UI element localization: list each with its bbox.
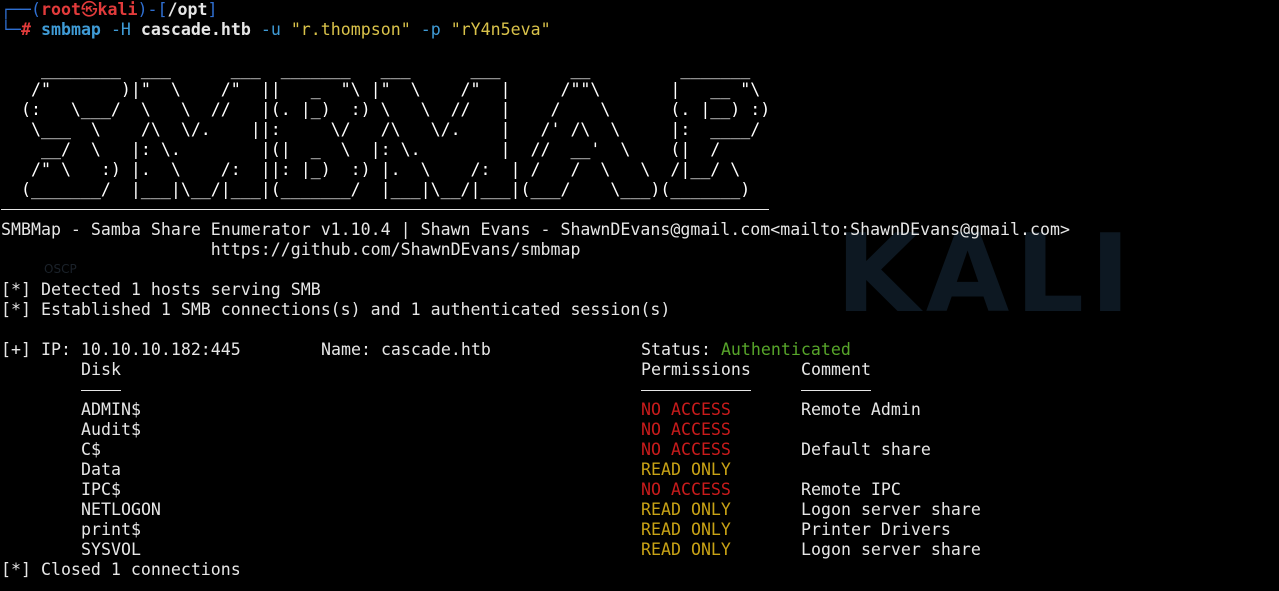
prompt-directory: /opt: [167, 0, 208, 19]
share-disk: Audit$: [81, 420, 141, 439]
smbmap-url: https://github.com/ShawnDEvans/smbmap: [1, 240, 581, 259]
command-flag-pass: -p: [420, 20, 441, 39]
command-line[interactable]: └─# smbmap -H cascade.htb -u "r.thompson…: [1, 20, 1070, 40]
share-comment: Remote Admin: [801, 400, 921, 419]
table-row: C$ NO ACCESS Default share: [1, 440, 1070, 460]
prompt-user: root: [40, 0, 81, 19]
table-underline: ----------------------: [1, 380, 1070, 400]
banner-row: (: \___/ \ \ // |(. |_) :) \ \ // | / \ …: [1, 100, 771, 119]
table-row: NETLOGON READ ONLY Logon server share: [1, 500, 1070, 520]
table-row: Audit$ NO ACCESS: [1, 420, 1070, 440]
table-row: IPC$ NO ACCESS Remote IPC: [1, 480, 1070, 500]
command-host: cascade.htb: [140, 20, 251, 39]
table-row: Data READ ONLY: [1, 460, 1070, 480]
banner-row: (_______/ |___|\__/|___|(_______/ |___|\…: [1, 180, 751, 199]
share-disk: Data: [81, 460, 121, 479]
banner-separator: [1, 209, 769, 210]
table-header: Disk Permissions Comment: [1, 360, 1070, 380]
target-name: Name: cascade.htb: [321, 340, 491, 359]
table-row: SYSVOL READ ONLY Logon server share: [1, 540, 1070, 560]
share-permission: READ ONLY: [641, 520, 731, 539]
target-ip: [+] IP: 10.10.10.182:445: [1, 340, 241, 359]
command-flag-host: -H: [110, 20, 131, 39]
smbmap-header: SMBMap - Samba Share Enumerator v1.10.4 …: [1, 220, 1070, 239]
prompt-line: ┌──(root㉿kali)-[/opt]: [1, 0, 218, 19]
share-permission: READ ONLY: [641, 540, 731, 559]
banner-row: __/ \ |: \. |(| _ \ |: \. | // __' \ (| …: [1, 140, 721, 159]
info-line-established: [*] Established 1 SMB connections(s) and…: [1, 300, 671, 319]
table-row: ADMIN$ NO ACCESS Remote Admin: [1, 400, 1070, 420]
share-comment: Logon server share: [801, 500, 981, 519]
info-line-detected: [*] Detected 1 hosts serving SMB: [1, 280, 321, 299]
share-disk: C$: [81, 440, 101, 459]
command-flag-user: -u: [260, 20, 281, 39]
target-line: [+] IP: 10.10.10.182:445 Name: cascade.ht…: [1, 340, 1070, 360]
column-header-permissions: Permissions: [641, 360, 751, 379]
banner-row: /" )|" \ /" || _ "\ |" \ /" | /""\ | __ …: [1, 80, 761, 99]
underline-permissions: -----------: [641, 380, 751, 400]
share-comment: Logon server share: [801, 540, 981, 559]
share-permission: NO ACCESS: [641, 440, 731, 459]
column-header-disk: Disk: [81, 360, 121, 379]
share-comment: Remote IPC: [801, 480, 901, 499]
status-value: Authenticated: [720, 340, 851, 359]
command-pass: "rY4n5eva": [450, 20, 551, 39]
banner-row: /" \ :) |. \ /: ||: |_) :) |. \ /: | / /…: [1, 160, 741, 179]
share-disk: print$: [81, 520, 141, 539]
terminal-output: ┌──(root㉿kali)-[/opt] └─# smbmap -H casc…: [1, 0, 1070, 580]
share-comment: Default share: [801, 440, 931, 459]
banner-row: \___ \ /\ \/. ||: \/ /\ \/. | /' /\ \ |:…: [1, 120, 761, 139]
share-comment: Printer Drivers: [801, 520, 951, 539]
banner-row: ________ ___ ___ _______ ___ ___ __ ____…: [1, 60, 751, 79]
underline-disk: ----: [81, 380, 121, 400]
prompt-host: kali: [97, 0, 138, 19]
share-permission: READ ONLY: [641, 500, 731, 519]
share-permission: READ ONLY: [641, 460, 731, 479]
share-permission: NO ACCESS: [641, 420, 731, 439]
share-permission: NO ACCESS: [641, 480, 731, 499]
terminal-window[interactable]: KALI OSCP ┌──(root㉿kali)-[/opt] └─# smbm…: [0, 0, 1279, 591]
status-label: Status:: [641, 340, 721, 359]
table-row: print$ READ ONLY Printer Drivers: [1, 520, 1070, 540]
share-disk: SYSVOL: [81, 540, 141, 559]
share-disk: NETLOGON: [81, 500, 161, 519]
command-user: "r.thompson": [290, 20, 411, 39]
prompt-hash: #: [20, 20, 31, 39]
smbmap-ascii-banner: ________ ___ ___ _______ ___ ___ __ ____…: [1, 60, 1070, 200]
command-program: smbmap: [40, 20, 101, 39]
share-disk: IPC$: [81, 480, 121, 499]
column-header-comment: Comment: [801, 360, 871, 379]
share-permission: NO ACCESS: [641, 400, 731, 419]
skull-icon: ㉿: [80, 0, 98, 19]
info-line-closed: [*] Closed 1 connections: [1, 560, 241, 579]
share-disk: ADMIN$: [81, 400, 141, 419]
underline-comment: -------: [801, 380, 871, 400]
